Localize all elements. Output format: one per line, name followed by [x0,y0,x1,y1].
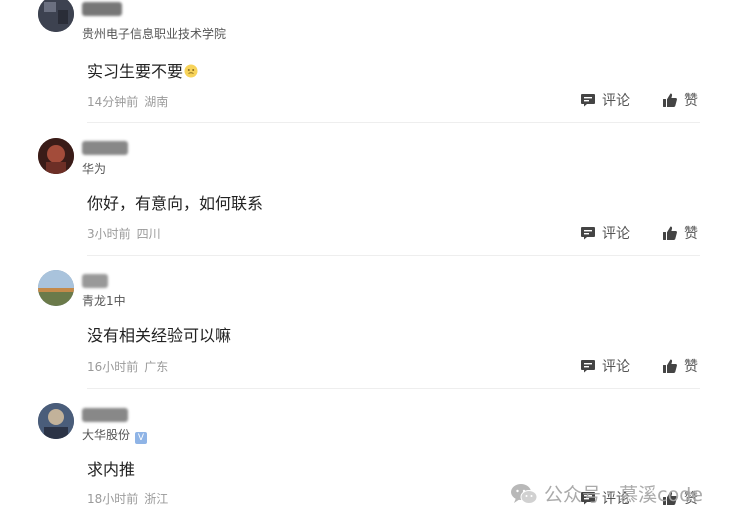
reply-label: 评论 [602,359,630,375]
user-org: 贵州电子信息职业技术学院 [82,25,226,42]
comment-time: 14分钟前 [87,95,139,109]
comment-text: 求内推 [87,456,135,480]
reply-button[interactable]: 评论 [580,357,630,375]
watermark: 公众号 · 慕溪code [510,480,703,507]
user-org-label: 青龙1中 [82,294,126,308]
avatar[interactable] [38,138,74,174]
comment-location: 湖南 [144,95,169,109]
comment-icon [580,358,596,374]
comment-text-label: 实习生要不要 [87,62,184,81]
reply-button[interactable]: 评论 [580,91,630,109]
comment-meta: 14分钟前 湖南 [87,93,168,110]
comment-item: 贵州电子信息职业技术学院 实习生要不要 14分钟前 湖南 评论 赞 [0,0,739,125]
user-org-label: 华为 [82,162,107,176]
comment-text: 实习生要不要 [87,58,198,82]
like-label: 赞 [684,359,698,375]
wechat-icon [510,482,538,506]
avatar[interactable] [38,270,74,306]
reply-button[interactable]: 评论 [580,224,630,242]
comment-location: 广东 [144,360,169,374]
like-label: 赞 [684,93,698,109]
verified-badge-icon: V [135,432,148,444]
like-button[interactable]: 赞 [662,224,698,242]
comment-location: 浙江 [144,492,169,506]
comment-text: 你好，有意向，如何联系 [87,190,263,214]
comment-meta: 18小时前 浙江 [87,490,168,507]
like-label: 赞 [684,226,698,242]
avatar[interactable] [38,0,74,32]
comment-icon [580,225,596,241]
comment-meta: 3小时前 四川 [87,225,161,242]
face-emoji [184,64,198,78]
thumbs-up-icon [662,225,678,241]
comment-time: 16小时前 [87,360,139,374]
username-redacted [82,2,122,16]
username-redacted [82,408,128,422]
comment-text-label: 没有相关经验可以嘛 [87,326,232,345]
comment-meta: 16小时前 广东 [87,358,168,375]
comment-location: 四川 [136,227,161,241]
comment-text-label: 求内推 [87,460,136,479]
user-org-label: 大华股份 [82,428,131,442]
reply-label: 评论 [602,226,630,242]
user-org: 大华股份 V [82,426,148,444]
comment-time: 3小时前 [87,227,131,241]
comment-text-label: 你好，有意向，如何联系 [87,194,264,213]
comment-item: 华为 你好，有意向，如何联系 3小时前 四川 评论 赞 [0,125,739,258]
thumbs-up-icon [662,358,678,374]
divider [87,122,700,123]
comment-item: 青龙1中 没有相关经验可以嘛 16小时前 广东 评论 赞 [0,258,739,391]
comment-text: 没有相关经验可以嘛 [87,322,231,346]
thumbs-up-icon [662,92,678,108]
divider [87,255,700,256]
like-button[interactable]: 赞 [662,357,698,375]
user-org: 青龙1中 [82,292,126,309]
avatar[interactable] [38,403,74,439]
user-org-label: 贵州电子信息职业技术学院 [82,27,227,41]
user-org: 华为 [82,160,106,177]
reply-label: 评论 [602,93,630,109]
divider [87,388,700,389]
comment-icon [580,92,596,108]
username-redacted [82,274,108,288]
watermark-text: 公众号 · 慕溪code [544,484,703,506]
like-button[interactable]: 赞 [662,91,698,109]
comment-time: 18小时前 [87,492,139,506]
username-redacted [82,141,128,155]
